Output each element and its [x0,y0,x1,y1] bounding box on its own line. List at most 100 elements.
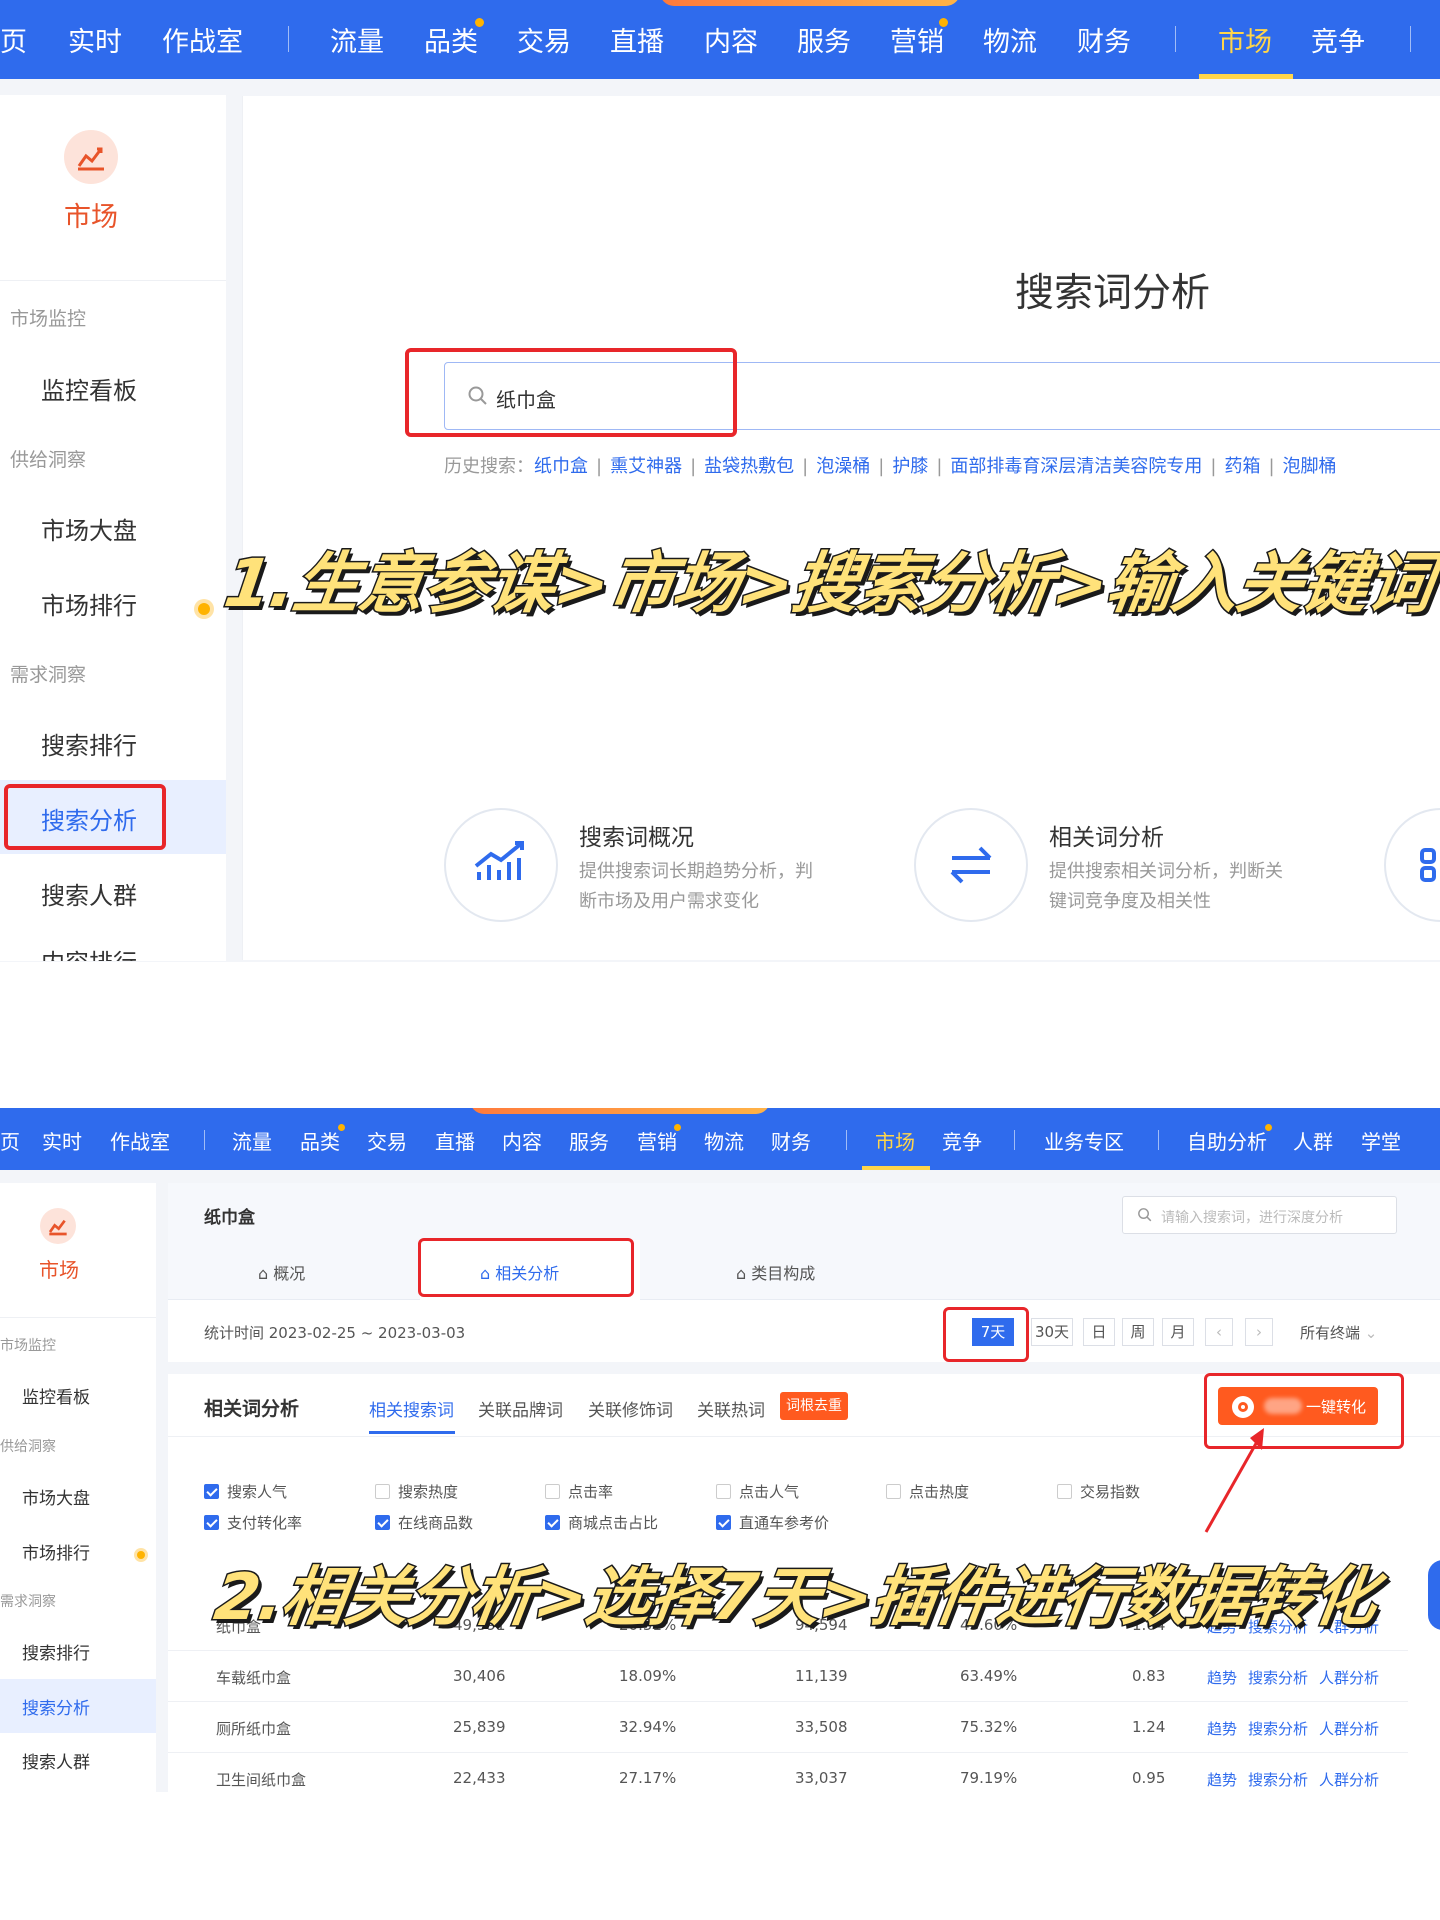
root-dedupe-badge[interactable]: 词根去重 [780,1392,848,1420]
nav-item-traffic[interactable]: 流量 [330,20,384,59]
subtab-modifier-words[interactable]: 关联修饰词 [588,1396,673,1421]
time-btn-30d[interactable]: 30天 [1031,1318,1073,1346]
metric-checkbox[interactable]: 交易指数 [1057,1481,1140,1502]
nav-item-trade[interactable]: 交易 [517,20,571,59]
card-title-overview[interactable]: 搜索词概况 [579,818,694,852]
sidebar-item-search-rank[interactable]: 搜索排行 [22,1639,90,1664]
history-item[interactable]: 熏艾神器 [610,456,682,477]
nav-item-live[interactable]: 直播 [435,1126,475,1155]
sidebar-item-content-rank[interactable]: 内容排行 [41,943,137,961]
link-crowd-analysis[interactable]: 人群分析 [1319,1718,1379,1739]
checkbox-checked-icon [716,1515,731,1530]
nav-item-logistics[interactable]: 物流 [704,1126,744,1155]
sidebar-item-market-rank[interactable]: 市场排行 [41,586,137,621]
nav-item-academy[interactable]: 学堂 [1361,1126,1401,1155]
metric-checkbox[interactable]: 点击率 [545,1481,613,1502]
link-trend[interactable]: 趋势 [1207,1667,1237,1688]
nav-item-content[interactable]: 内容 [704,20,758,59]
tab-overview[interactable]: ⌂ 概况 [258,1260,305,1284]
nav-item-category[interactable]: 品类 [300,1124,345,1155]
sidebar-item-monitor-board[interactable]: 监控看板 [22,1383,90,1408]
nav-item-live[interactable]: 直播 [610,20,664,59]
sidebar-item-market-overview[interactable]: 市场大盘 [41,511,137,546]
nav-item-service[interactable]: 服务 [797,20,851,59]
nav-item-trade[interactable]: 交易 [367,1126,407,1155]
floating-side-button[interactable] [1428,1560,1440,1630]
nav-item-war-room[interactable]: 作战室 [110,1126,170,1155]
link-trend[interactable]: 趋势 [1207,1718,1237,1739]
link-trend[interactable]: 趋势 [1207,1769,1237,1790]
nav-item-content[interactable]: 内容 [502,1126,542,1155]
subtab-related-search[interactable]: 相关搜索词 [369,1396,454,1421]
cell-popularity: 30,406 [453,1667,506,1685]
metric-checkbox[interactable]: 直通车参考价 [716,1512,829,1533]
prev-period-button[interactable]: ‹ [1205,1318,1233,1346]
history-item[interactable]: 泡澡桶 [816,456,870,477]
nav-item-home[interactable]: 页 [0,20,27,59]
nav-item-marketing[interactable]: 营销 [637,1124,681,1155]
history-item[interactable]: 面部排毒育深层清洁美容院专用 [950,456,1202,477]
history-item[interactable]: 药箱 [1224,456,1260,477]
nav-item-logistics[interactable]: 物流 [983,20,1037,59]
time-btn-month[interactable]: 月 [1162,1318,1194,1346]
nav-item-service[interactable]: 服务 [569,1126,609,1155]
history-item[interactable]: 盐袋热敷包 [704,456,794,477]
nav-item-finance[interactable]: 财务 [771,1126,811,1155]
terminal-select[interactable]: 所有终端 ⌄ [1300,1322,1377,1343]
sidebar-item-search-crowd[interactable]: 搜索人群 [22,1748,90,1773]
subtab-brand-words[interactable]: 关联品牌词 [478,1396,563,1421]
link-search-analysis[interactable]: 搜索分析 [1248,1718,1308,1739]
card-desc-overview-1: 提供搜索词长期趋势分析，判 [579,861,813,882]
subtab-hot-words[interactable]: 关联热词 [697,1396,765,1421]
next-period-button[interactable]: › [1245,1318,1273,1346]
nav-item-realtime[interactable]: 实时 [68,20,122,59]
trend-chart-icon[interactable] [444,808,558,922]
sidebar-group-monitor: 市场监控 [0,1338,56,1354]
time-btn-day[interactable]: 日 [1083,1318,1115,1346]
tab-category-composition[interactable]: ⌂ 类目构成 [736,1260,815,1284]
cell-popularity: 25,839 [453,1718,506,1736]
nav-item-compete[interactable]: 竞争 [1311,20,1365,59]
sidebar-item-search-crowd[interactable]: 搜索人群 [41,876,137,911]
link-search-analysis[interactable]: 搜索分析 [1248,1769,1308,1790]
nav-item-compete[interactable]: 竞争 [942,1126,982,1155]
nav-item-traffic[interactable]: 流量 [232,1126,272,1155]
nav-item-realtime[interactable]: 实时 [42,1126,82,1155]
nav-item-crowd[interactable]: 人群 [1293,1126,1333,1155]
link-crowd-analysis[interactable]: 人群分析 [1319,1667,1379,1688]
nav-item-market[interactable]: 市场 [875,1126,915,1155]
metric-label: 直通车参考价 [739,1514,830,1532]
nav-item-self-analysis[interactable]: 自助分析 [1187,1124,1272,1155]
nav-item-market[interactable]: 市场 [1218,20,1272,59]
sidebar-item-search-rank[interactable]: 搜索排行 [41,726,137,761]
deep-analysis-search[interactable]: 请输入搜索词，进行深度分析 [1122,1196,1397,1234]
card-title-related[interactable]: 相关词分析 [1049,818,1164,852]
nav-item-category[interactable]: 品类 [424,18,484,59]
metric-checkbox[interactable]: 点击人气 [716,1481,799,1502]
history-item[interactable]: 纸巾盒 [534,456,588,477]
nav-separator [846,1130,847,1150]
link-crowd-analysis[interactable]: 人群分析 [1319,1769,1379,1790]
sidebar-item-monitor-board[interactable]: 监控看板 [41,371,137,406]
nav-item-war-room[interactable]: 作战室 [162,20,243,59]
history-item[interactable]: 护膝 [892,456,928,477]
nav-item-finance[interactable]: 财务 [1077,20,1131,59]
metric-checkbox[interactable]: 点击热度 [886,1481,969,1502]
sidebar-item-market-rank[interactable]: 市场排行 [22,1539,90,1564]
nav-item-marketing[interactable]: 营销 [890,18,948,59]
sidebar-item-search-analysis[interactable]: 搜索分析 [22,1694,90,1719]
swap-arrows-icon[interactable] [914,808,1028,922]
time-btn-week[interactable]: 周 [1122,1318,1154,1346]
metric-checkbox[interactable]: 在线商品数 [375,1512,473,1533]
nav-item-home[interactable]: 页 [0,1126,20,1155]
metric-checkbox[interactable]: 支付转化率 [204,1512,302,1533]
metric-checkbox[interactable]: 搜索热度 [375,1481,458,1502]
sidebar-item-market-overview[interactable]: 市场大盘 [22,1484,90,1509]
metric-checkbox[interactable]: 商城点击占比 [545,1512,658,1533]
link-search-analysis[interactable]: 搜索分析 [1248,1667,1308,1688]
cell-mall-click: 63.49% [960,1667,1018,1685]
history-item[interactable]: 泡脚桶 [1283,456,1337,477]
grid-card-icon[interactable] [1384,808,1440,922]
metric-checkbox[interactable]: 搜索人气 [204,1481,287,1502]
nav-item-business-zone[interactable]: 业务专区 [1044,1126,1124,1155]
